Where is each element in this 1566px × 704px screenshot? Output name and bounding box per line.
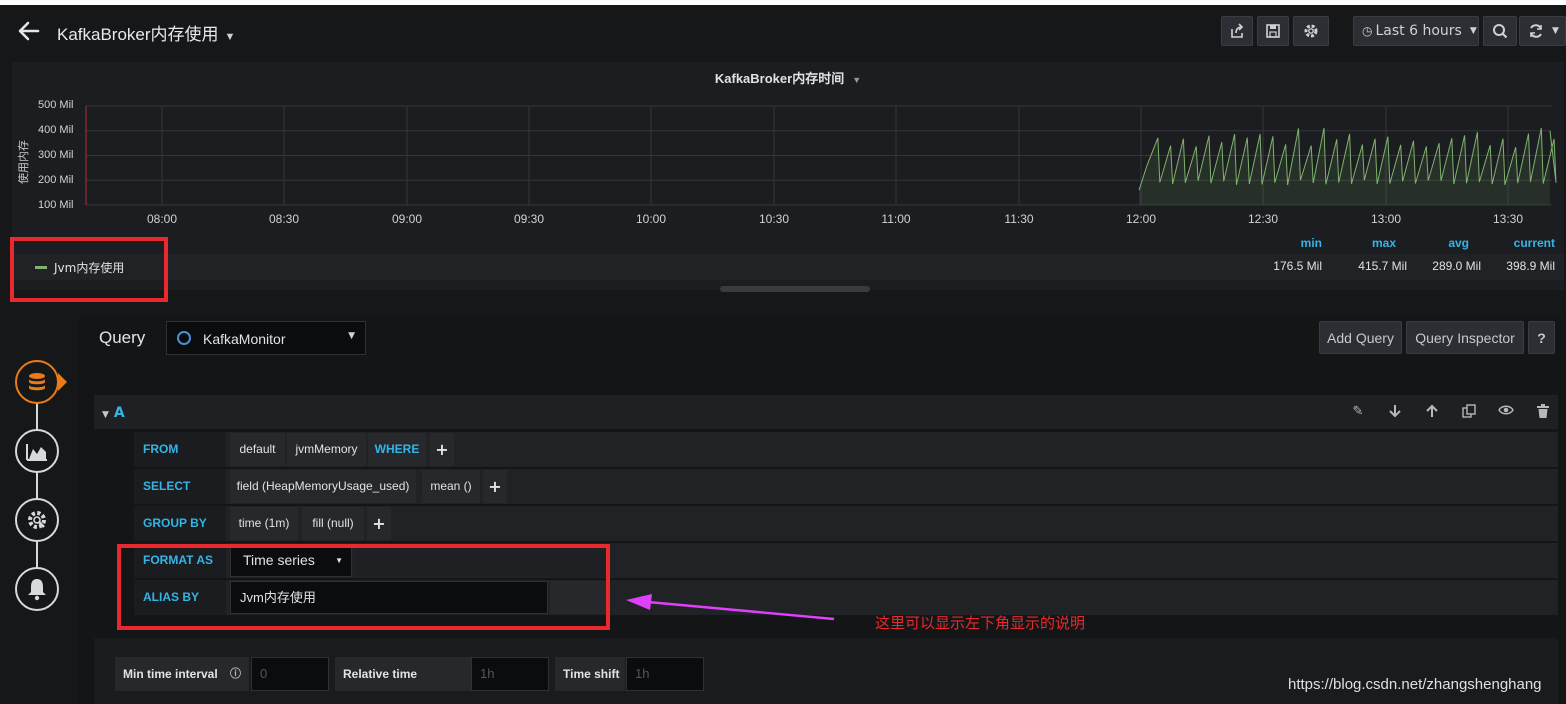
legend-header-current[interactable]: current <box>1495 236 1555 250</box>
dashboard-title[interactable]: KafkaBroker内存使用 ▼ <box>57 20 235 45</box>
add-query-button[interactable]: Add Query <box>1319 321 1402 354</box>
window-edge <box>0 0 1566 5</box>
retention-policy-segment[interactable]: default <box>230 433 285 466</box>
min-interval-input[interactable]: 0 <box>251 657 329 691</box>
aggregation-segment[interactable]: mean () <box>422 470 480 503</box>
trash-icon[interactable] <box>1535 404 1551 420</box>
legend-header-max[interactable]: max <box>1336 236 1396 250</box>
pencil-icon[interactable]: ✎ <box>1350 404 1366 420</box>
x-tick-label: 09:30 <box>513 212 545 226</box>
x-tick-label: 10:30 <box>758 212 790 226</box>
settings-button[interactable] <box>1293 16 1329 46</box>
x-tick-label: 11:00 <box>881 212 911 226</box>
queries-tab[interactable] <box>15 360 59 404</box>
help-button[interactable]: ? <box>1528 321 1555 354</box>
search-icon <box>1493 24 1508 39</box>
datasource-name: KafkaMonitor <box>203 331 286 347</box>
group-time-segment[interactable]: time (1m) <box>230 507 298 540</box>
legend-value-max: 415.7 Mil <box>1358 259 1407 273</box>
general-settings-tab[interactable] <box>15 498 59 542</box>
fill-segment[interactable]: fill (null) <box>302 507 364 540</box>
x-tick-label: 13:30 <box>1492 212 1524 226</box>
save-dashboard-button[interactable] <box>1257 16 1289 46</box>
info-icon[interactable]: ⓘ <box>230 657 241 691</box>
query-tab-title: Query <box>99 328 146 347</box>
query-row-header[interactable] <box>94 395 1558 429</box>
query-ref-id[interactable]: ▼ A <box>102 405 125 421</box>
share-icon <box>1231 23 1244 38</box>
measurement-segment[interactable]: jvmMemory <box>287 433 366 466</box>
x-tick-label: 09:00 <box>391 212 423 226</box>
alert-tab[interactable] <box>15 567 59 611</box>
chevron-down-icon: ▼ <box>348 331 355 341</box>
annotation-arrow-icon <box>626 594 835 621</box>
from-row: FROM default jvmMemory WHERE + <box>134 432 1558 467</box>
chevron-down-icon: ▼ <box>224 31 236 43</box>
time-shift-label: Time shift <box>555 657 625 691</box>
where-keyword: WHERE <box>368 433 426 466</box>
x-tick-label: 12:30 <box>1247 212 1279 226</box>
x-tick-label: 10:00 <box>635 212 667 226</box>
refresh-icon <box>1530 24 1542 38</box>
field-segment[interactable]: field (HeapMemoryUsage_used) <box>230 470 416 503</box>
relative-time-input[interactable]: 1h <box>471 657 549 691</box>
arrow-up-icon[interactable] <box>1424 404 1440 420</box>
x-tick-label: 13:00 <box>1370 212 1402 226</box>
time-range-label: Last 6 hours <box>1375 23 1462 39</box>
clock-icon: ◷ <box>1362 24 1373 38</box>
bell-icon <box>28 579 46 601</box>
legend-header-avg[interactable]: avg <box>1409 236 1469 250</box>
visualization-tab[interactable] <box>15 429 59 473</box>
x-tick-label: 08:30 <box>268 212 300 226</box>
min-interval-label-text: Min time interval <box>123 667 218 681</box>
datasource-icon <box>177 331 191 345</box>
back-arrow-icon[interactable] <box>16 18 44 46</box>
refresh-button[interactable]: ▼ <box>1519 16 1566 46</box>
select-row: SELECT field (HeapMemoryUsage_used) mean… <box>134 469 1558 504</box>
chevron-down-icon: ▼ <box>1469 26 1477 36</box>
highlight-box-legend <box>10 237 168 302</box>
add-select-button[interactable]: + <box>483 470 507 503</box>
active-tab-pointer-icon <box>58 373 67 391</box>
gear-wrench-icon <box>28 511 46 529</box>
from-keyword: FROM <box>134 432 226 467</box>
panel-resize-handle[interactable] <box>720 286 870 292</box>
datasource-select[interactable]: KafkaMonitor ▼ <box>166 321 366 355</box>
collapse-caret-icon: ▼ <box>102 410 109 420</box>
eye-icon[interactable] <box>1498 404 1514 420</box>
time-range-picker[interactable]: ◷ Last 6 hours ▼ <box>1353 16 1479 46</box>
x-tick-label: 08:00 <box>146 212 178 226</box>
legend-value-min: 176.5 Mil <box>1273 259 1322 273</box>
x-tick-label: 11:30 <box>1004 212 1034 226</box>
annotation-note: 这里可以显示左下角显示的说明 <box>875 614 1086 632</box>
arrow-down-icon[interactable] <box>1387 404 1403 420</box>
relative-time-label: Relative time <box>335 657 471 691</box>
group-by-keyword: GROUP BY <box>134 506 226 541</box>
watermark: https://blog.csdn.net/zhangshenghang <box>1288 676 1542 693</box>
dashboard-title-text: KafkaBroker内存使用 <box>57 25 219 44</box>
legend-value-current: 398.9 Mil <box>1506 259 1555 273</box>
add-group-by-button[interactable]: + <box>367 507 391 540</box>
database-icon <box>29 373 45 391</box>
select-keyword: SELECT <box>134 469 226 504</box>
chevron-down-icon: ▼ <box>1552 26 1559 36</box>
legend-value-avg: 289.0 Mil <box>1432 259 1481 273</box>
gear-icon <box>1304 24 1318 38</box>
duplicate-icon[interactable] <box>1461 404 1477 420</box>
save-icon <box>1266 24 1280 38</box>
zoom-out-button[interactable] <box>1483 16 1517 46</box>
legend-header-min[interactable]: min <box>1262 236 1322 250</box>
query-inspector-button[interactable]: Query Inspector <box>1406 321 1524 354</box>
graph-panel: KafkaBroker内存时间 ▼ 使用内存 500 Mil 400 Mil 30… <box>12 62 1564 290</box>
time-shift-input[interactable]: 1h <box>626 657 704 691</box>
share-button[interactable] <box>1221 16 1253 46</box>
graph-plot-area[interactable] <box>12 62 1564 212</box>
x-tick-label: 12:00 <box>1125 212 1157 226</box>
query-ref-letter: A <box>113 405 125 421</box>
area-chart-icon <box>26 444 47 461</box>
highlight-box-alias <box>117 544 610 630</box>
min-interval-label: Min time interval ⓘ <box>115 657 249 691</box>
group-by-row: GROUP BY time (1m) fill (null) + <box>134 506 1558 541</box>
add-where-button[interactable]: + <box>430 433 454 466</box>
